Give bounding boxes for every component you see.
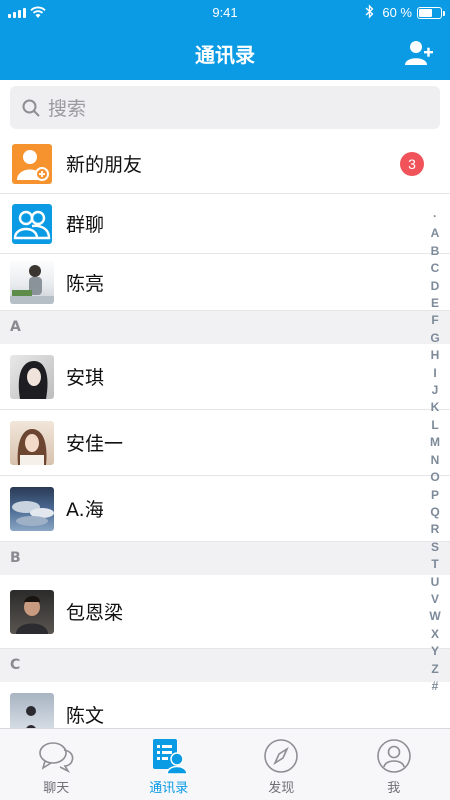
index-letter[interactable]: Q	[430, 504, 439, 521]
compass-icon	[264, 739, 299, 773]
battery-icon	[417, 7, 445, 19]
index-letter[interactable]: Y	[431, 643, 439, 660]
search-placeholder: 搜索	[48, 98, 87, 120]
avatar	[10, 486, 54, 531]
new-friends-label: 新的朋友	[66, 154, 143, 176]
avatar	[10, 692, 54, 728]
chat-icon	[39, 742, 74, 773]
index-letter[interactable]: ·	[433, 208, 437, 225]
tab-discover[interactable]: 发现	[225, 729, 338, 800]
bluetooth-icon	[365, 4, 374, 19]
contact-row[interactable]: 陈亮	[0, 254, 450, 311]
status-bar: 9:41 60 %	[0, 0, 450, 26]
index-letter[interactable]: X	[431, 626, 439, 643]
contact-row[interactable]: A.海	[0, 476, 450, 542]
contact-row[interactable]: 安琪	[0, 344, 450, 410]
contact-row[interactable]: 包恩梁	[0, 575, 450, 649]
index-letter[interactable]: K	[431, 399, 440, 416]
tab-bar: 聊天 通讯录 发现 我	[0, 728, 450, 800]
battery-percent: 60 %	[382, 5, 412, 20]
index-letter[interactable]: J	[432, 382, 439, 399]
index-letter[interactable]: F	[431, 312, 438, 329]
contact-list[interactable]: 新的朋友 3 群聊 陈亮 A 安琪 安佳一 A.海 B 包恩梁 C 陈文	[0, 134, 450, 728]
section-header-b: B	[0, 542, 450, 575]
index-letter[interactable]: T	[431, 556, 438, 573]
alphabet-index[interactable]: · A B C D E F G H I J K L M N O P Q R S T U V W X Y Z #	[428, 208, 442, 695]
contact-name: 陈文	[66, 705, 105, 727]
contact-row[interactable]: 陈文	[0, 682, 450, 728]
tab-label: 聊天	[43, 781, 70, 796]
contact-row[interactable]: 安佳一	[0, 410, 450, 476]
avatar	[10, 589, 54, 634]
index-letter[interactable]: G	[430, 330, 439, 347]
section-header-c: C	[0, 649, 450, 682]
contact-name: 陈亮	[66, 272, 105, 295]
index-letter[interactable]: E	[431, 295, 439, 312]
index-letter[interactable]: H	[431, 347, 440, 364]
tab-me[interactable]: 我	[338, 729, 450, 800]
index-letter[interactable]: B	[431, 243, 440, 260]
contact-name: 安佳一	[66, 433, 124, 455]
index-letter[interactable]: P	[431, 487, 439, 504]
search-bar[interactable]: 搜索	[10, 86, 440, 129]
index-letter[interactable]: V	[431, 591, 439, 608]
index-letter[interactable]: O	[430, 469, 439, 486]
index-letter[interactable]: R	[431, 521, 440, 538]
tab-label: 通讯录	[149, 781, 189, 796]
group-chat-label: 群聊	[66, 214, 105, 236]
avatar	[10, 420, 54, 465]
contact-name: 包恩梁	[66, 602, 124, 624]
contact-name: 安琪	[66, 367, 105, 389]
navigation-bar: 通讯录	[0, 26, 450, 80]
index-letter[interactable]: W	[429, 608, 440, 625]
search-icon	[22, 99, 40, 117]
section-header-a: A	[0, 311, 450, 344]
index-letter[interactable]: L	[431, 417, 438, 434]
contact-name: A.海	[66, 499, 104, 521]
new-friends-item[interactable]: 新的朋友 3	[0, 134, 450, 194]
index-letter[interactable]: S	[431, 539, 439, 556]
unread-badge: 3	[400, 152, 424, 176]
index-letter[interactable]: A	[431, 225, 440, 242]
tab-label: 发现	[268, 781, 295, 796]
avatar	[10, 354, 54, 399]
tab-label: 我	[387, 781, 401, 796]
index-letter[interactable]: #	[432, 678, 439, 695]
page-title: 通讯录	[195, 43, 255, 67]
index-letter[interactable]: Z	[431, 661, 438, 678]
group-chat-icon	[12, 203, 52, 244]
contacts-icon	[152, 739, 188, 775]
index-letter[interactable]: C	[431, 260, 440, 277]
index-letter[interactable]: U	[431, 574, 440, 591]
add-contact-icon[interactable]	[404, 38, 434, 68]
avatar	[10, 260, 54, 304]
tab-chats[interactable]: 聊天	[0, 729, 113, 800]
tab-contacts[interactable]: 通讯录	[113, 729, 226, 800]
profile-icon	[376, 739, 411, 773]
new-friend-icon	[12, 143, 52, 184]
group-chat-item[interactable]: 群聊	[0, 194, 450, 254]
index-letter[interactable]: D	[431, 278, 440, 295]
index-letter[interactable]: M	[430, 434, 440, 451]
index-letter[interactable]: N	[431, 452, 440, 469]
index-letter[interactable]: I	[433, 365, 436, 382]
